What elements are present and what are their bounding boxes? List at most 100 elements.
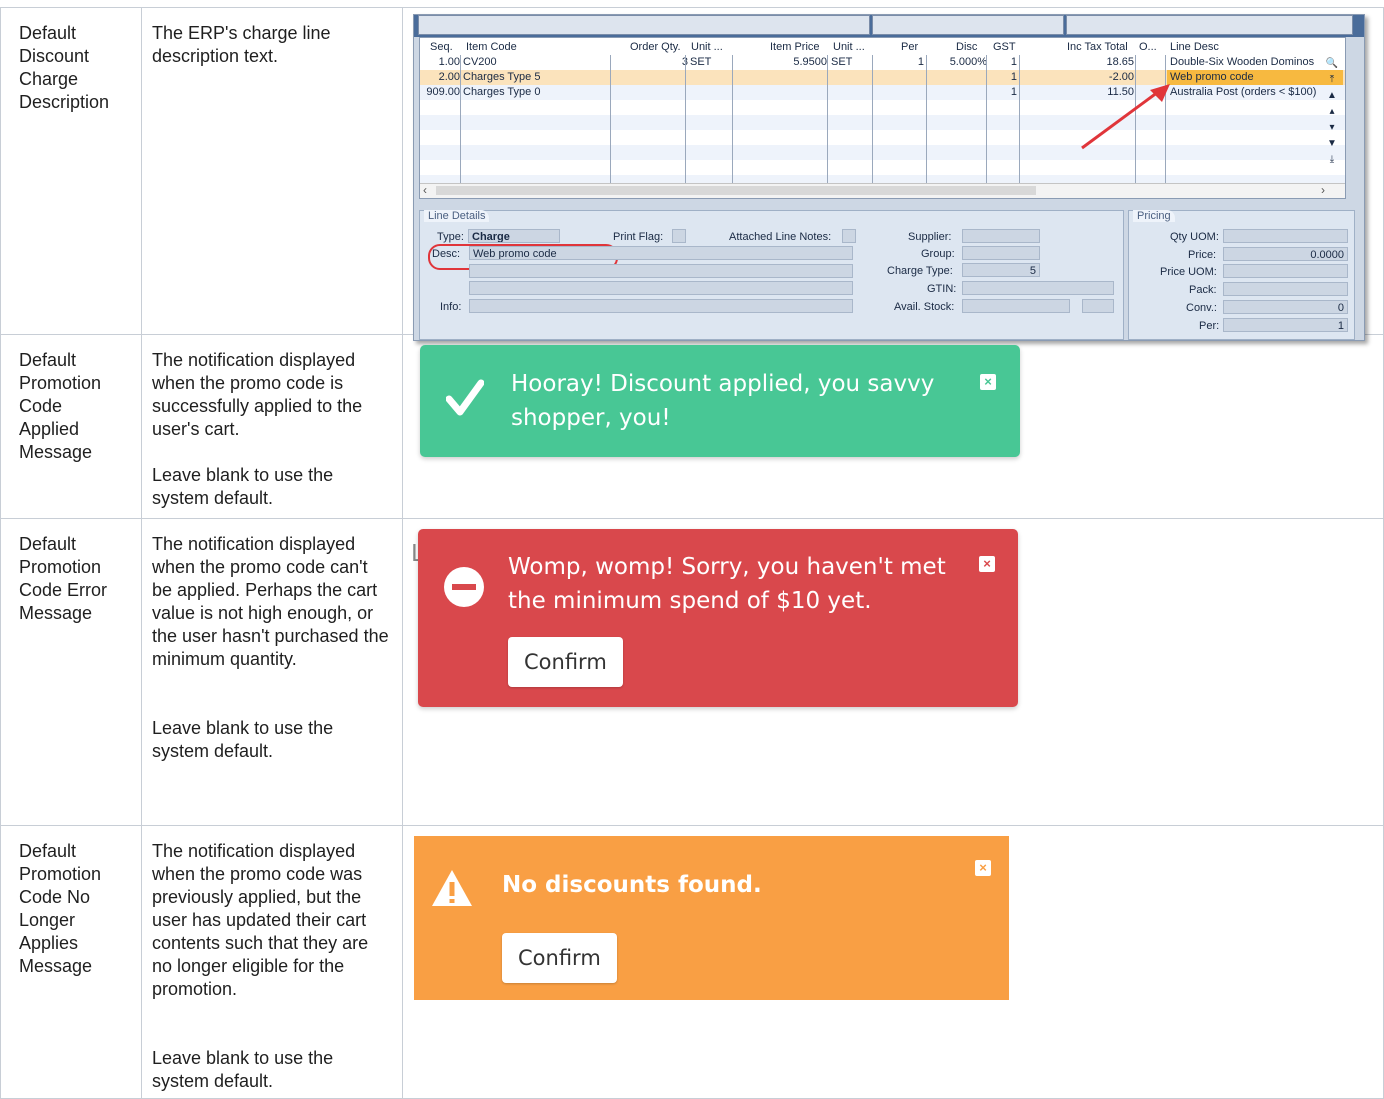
message-line: the minimum spend of $10 yet.: [508, 588, 872, 614]
table-row-selected[interactable]: 2.00 Charges Type 5 1 -2.00 Web promo co…: [420, 70, 1345, 85]
setting-name-line: Promotion: [19, 864, 102, 884]
table-row: Default Discount Charge Description The …: [0, 7, 1384, 341]
confirm-button[interactable]: Confirm: [502, 933, 617, 983]
close-icon[interactable]: ×: [980, 374, 996, 390]
unit-cell: SET: [690, 56, 712, 68]
description-paragraph: The notification displayed when the prom…: [152, 534, 389, 669]
column-header[interactable]: Unit ...: [691, 40, 723, 55]
setting-name: Default Promotion Code Error Message: [1, 519, 141, 625]
column-divider: [1019, 55, 1020, 198]
table-row: Default Promotion Code No Longer Applies…: [0, 825, 1384, 1099]
setting-name-cell: Default Promotion Code Applied Message: [0, 334, 142, 519]
price-uom-field[interactable]: [1223, 264, 1348, 278]
charge-type-field[interactable]: 5: [962, 263, 1040, 277]
horizontal-scrollbar[interactable]: ‹ ›: [420, 183, 1345, 198]
column-header[interactable]: Seq.: [430, 40, 453, 55]
column-header[interactable]: O...: [1139, 40, 1157, 55]
gst-cell: 1: [1010, 86, 1017, 98]
print-flag-label: Print Flag:: [613, 231, 664, 243]
attached-notes-field[interactable]: [842, 229, 856, 243]
setting-name-line: Default: [19, 23, 77, 43]
per-label: Per:: [1199, 320, 1220, 332]
checkmark-icon: [446, 379, 484, 416]
pack-field[interactable]: [1223, 282, 1348, 296]
avail-stock-field[interactable]: [962, 299, 1070, 313]
setting-description-cell: The notification displayed when the prom…: [141, 334, 403, 519]
description-paragraph: Leave blank to use the system default.: [152, 1048, 334, 1091]
total-cell: 18.65: [1106, 56, 1134, 68]
per-field[interactable]: 1: [1223, 318, 1348, 332]
column-divider: [872, 55, 873, 198]
message-line: Hooray! Discount applied, you savvy: [511, 371, 935, 397]
desc-field-2[interactable]: [469, 264, 853, 278]
unit-cell: SET: [831, 56, 853, 68]
move-down-icon[interactable]: ▾: [1323, 122, 1341, 138]
info-field[interactable]: [469, 299, 853, 313]
description-paragraph: The notification displayed when the prom…: [152, 350, 363, 439]
desc-field-3[interactable]: [469, 281, 853, 295]
column-header[interactable]: Disc: [956, 40, 977, 55]
line-desc-cell: Double-Six Wooden Dominos: [1170, 56, 1315, 68]
price-field[interactable]: 0.0000: [1223, 247, 1348, 261]
close-icon[interactable]: ×: [975, 860, 991, 876]
description-paragraph: Leave blank to use the system default.: [152, 718, 334, 761]
scroll-right-icon[interactable]: ›: [1321, 183, 1325, 197]
supplier-field[interactable]: [962, 229, 1040, 243]
error-notification: Womp, womp! Sorry, you haven't met the m…: [418, 529, 1018, 707]
column-header[interactable]: Unit ...: [833, 40, 865, 55]
setting-name-line: Discount: [19, 46, 90, 66]
move-bottom-icon[interactable]: ⤓: [1323, 154, 1341, 170]
scrollbar-thumb[interactable]: [436, 186, 1036, 195]
column-header[interactable]: Line Desc: [1170, 40, 1219, 55]
move-down-fast-icon[interactable]: ▼: [1323, 138, 1341, 154]
setting-name-line: Default: [19, 534, 77, 554]
setting-name: Default Discount Charge Description: [1, 8, 141, 114]
success-notification: Hooray! Discount applied, you savvy shop…: [420, 345, 1020, 457]
avail-stock-extra-field[interactable]: [1082, 299, 1114, 313]
column-header[interactable]: Inc Tax Total: [1067, 40, 1128, 55]
table-row[interactable]: 909.00 Charges Type 0 1 11.50 Australia …: [420, 85, 1345, 100]
print-flag-field[interactable]: [672, 229, 686, 243]
move-up-fast-icon[interactable]: ▲: [1323, 90, 1341, 106]
price-label: Price:: [1188, 249, 1217, 261]
type-field[interactable]: Charge: [468, 229, 560, 243]
setting-description: The notification displayed when the prom…: [142, 519, 402, 763]
gtin-field[interactable]: [962, 281, 1114, 295]
setting-name-line: Code Error: [19, 580, 108, 600]
erp-screenshot: Seq. Item Code Order Qty. Unit ... Item …: [413, 14, 1365, 341]
conv-field[interactable]: 0: [1223, 300, 1348, 314]
notification-message: No discounts found.: [502, 872, 762, 898]
item-code-cell: CV200: [463, 56, 497, 68]
find-icon[interactable]: 🔍: [1323, 58, 1341, 74]
column-header[interactable]: Item Price: [770, 40, 820, 55]
column-header[interactable]: GST: [993, 40, 1016, 55]
qty-uom-field[interactable]: [1223, 229, 1348, 243]
column-header[interactable]: Item Code: [466, 40, 517, 55]
settings-table: Default Discount Charge Description The …: [0, 7, 1384, 1099]
column-divider: [827, 55, 828, 198]
column-header[interactable]: Order Qty.: [630, 40, 681, 55]
description-paragraph: Leave blank to use the system default.: [152, 465, 334, 508]
setting-name-line: Message: [19, 603, 93, 623]
move-top-icon[interactable]: ⤒: [1323, 74, 1341, 90]
grid-stripe: [420, 145, 1345, 160]
supplier-label: Supplier:: [908, 231, 952, 243]
description-paragraph: The ERP's charge line description text.: [152, 23, 331, 66]
setting-name-line: Message: [19, 442, 93, 462]
column-header[interactable]: Per: [901, 40, 918, 55]
setting-description-cell: The notification displayed when the prom…: [141, 518, 403, 826]
message-line: shopper, you!: [511, 405, 671, 431]
table-row[interactable]: 1.00 CV200 3 SET 5.9500 SET 1 5.000% 1 1…: [420, 55, 1345, 70]
confirm-button[interactable]: Confirm: [508, 637, 623, 687]
close-icon[interactable]: ×: [979, 556, 995, 572]
notification-message: Womp, womp! Sorry, you haven't met the m…: [508, 550, 946, 618]
move-up-icon[interactable]: ▴: [1323, 106, 1341, 122]
group-field[interactable]: [962, 246, 1040, 260]
desc-field[interactable]: Web promo code: [469, 246, 853, 260]
grid-header: Seq. Item Code Order Qty. Unit ... Item …: [420, 40, 1345, 55]
scroll-left-icon[interactable]: ‹: [423, 183, 427, 197]
screenshot-cell: Hooray! Discount applied, you savvy shop…: [402, 334, 1384, 519]
type-label: Type:: [437, 231, 464, 243]
toolbar-tab: [418, 15, 870, 35]
price-cell: 5.9500: [793, 56, 827, 68]
